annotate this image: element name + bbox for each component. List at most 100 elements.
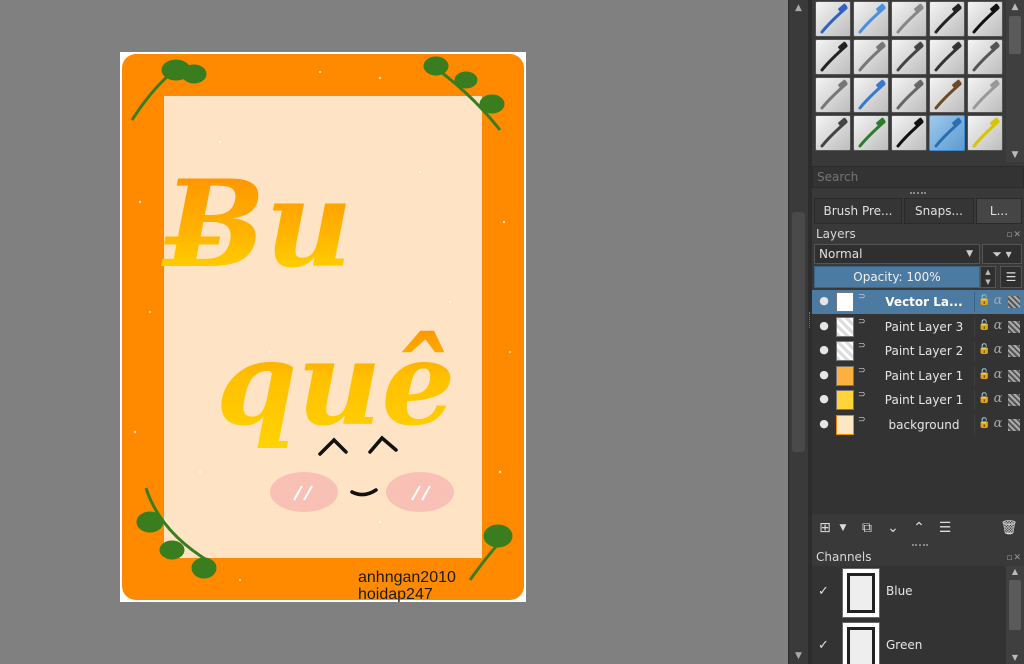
add-layer-menu-icon[interactable]: ▼: [834, 518, 852, 538]
layer-link-icon: ⊃: [858, 390, 866, 400]
lock-icon[interactable]: 🔓: [978, 393, 990, 405]
alpha-lock-icon[interactable]: α: [992, 416, 1004, 431]
brush-preset-brush-brown[interactable]: [929, 77, 965, 113]
opacity-slider[interactable]: Opacity: 100%: [814, 266, 980, 288]
brush-preset-ink[interactable]: [891, 115, 927, 151]
visible-eye-icon[interactable]: ●: [817, 343, 831, 357]
canvas-vertical-scrollbar[interactable]: ▲ ▼: [788, 0, 808, 664]
layer-name[interactable]: Paint Layer 1: [872, 364, 976, 388]
move-layer-up-icon[interactable]: ⌃: [910, 518, 928, 538]
channel-checkbox[interactable]: ✓: [818, 584, 832, 599]
lock-icon[interactable]: 🔓: [978, 369, 990, 381]
alpha-lock-icon[interactable]: α: [992, 343, 1004, 357]
scroll-up-icon[interactable]: ▲: [1006, 566, 1024, 578]
brush-preset-pencil-yellow[interactable]: [967, 115, 1003, 151]
tab-snapshots[interactable]: Snaps...: [904, 198, 974, 224]
layer-name[interactable]: Paint Layer 3: [872, 315, 976, 339]
inherit-alpha-icon[interactable]: [1008, 345, 1020, 357]
layer-link-icon: ⊃: [858, 365, 866, 376]
scrollbar-thumb[interactable]: [792, 212, 805, 452]
scroll-down-icon[interactable]: ▼: [789, 648, 808, 664]
lock-icon[interactable]: 🔓: [978, 295, 990, 307]
brush-preset-marker-blue-2[interactable]: [853, 77, 889, 113]
brush-preset-airbrush[interactable]: [967, 77, 1003, 113]
float-close-icon[interactable]: ▫✕: [1002, 230, 1022, 240]
scroll-down-icon[interactable]: ▼: [1006, 148, 1024, 162]
layer-name[interactable]: Paint Layer 1: [872, 388, 976, 412]
scrollbar-thumb[interactable]: [1009, 16, 1021, 54]
layer-name[interactable]: background: [872, 413, 976, 437]
inherit-alpha-icon[interactable]: [1008, 418, 1020, 431]
brush-preset-brush-stroke[interactable]: [967, 39, 1003, 75]
visible-eye-icon[interactable]: ●: [817, 417, 831, 431]
layer-row[interactable]: ● ⊃ Paint Layer 3 🔓 α: [812, 315, 1024, 339]
scrollbar-thumb[interactable]: [1009, 580, 1021, 630]
layer-row[interactable]: ● ⊃ Paint Layer 1 🔓 α: [812, 388, 1024, 412]
brush-search-input[interactable]: [812, 166, 1024, 188]
move-layer-down-icon[interactable]: ⌄: [884, 518, 902, 538]
layer-row[interactable]: ● ⊃ Vector La... 🔓 α: [812, 290, 1024, 314]
tab-brush-presets[interactable]: Brush Pre...: [814, 198, 902, 224]
watermark-line2: hoidap247: [358, 586, 433, 602]
channel-checkbox[interactable]: ✓: [818, 638, 832, 653]
brush-preset-watercolor-blue[interactable]: [929, 115, 965, 151]
layer-row[interactable]: ● ⊃ background 🔓 α: [812, 413, 1024, 437]
tab-layers[interactable]: L...: [976, 198, 1022, 224]
scroll-down-icon[interactable]: ▼: [1006, 652, 1024, 664]
panel-resize-handle[interactable]: [910, 192, 926, 196]
brush-preset-ink-pen[interactable]: [929, 1, 965, 37]
alpha-lock-icon[interactable]: α: [992, 294, 1004, 308]
lock-icon[interactable]: 🔓: [978, 344, 990, 356]
duplicate-layer-icon[interactable]: ⧉: [858, 518, 876, 538]
brush-preset-pencil[interactable]: [815, 77, 851, 113]
brush-preset-fill-green[interactable]: [853, 115, 889, 151]
layer-settings-icon[interactable]: ☰: [936, 518, 954, 538]
layer-row[interactable]: ● ⊃ Paint Layer 2 🔓 α: [812, 339, 1024, 363]
channel-row[interactable]: ✓ Green: [812, 620, 1006, 664]
layer-row[interactable]: ● ⊃ Paint Layer 1 🔓 α: [812, 364, 1024, 388]
brush-preset-charcoal[interactable]: [891, 39, 927, 75]
opacity-spinner[interactable]: ▲ ▼: [980, 266, 996, 288]
brush-preset-pencil-soft[interactable]: [891, 77, 927, 113]
scroll-up-icon[interactable]: ▲: [1006, 0, 1024, 14]
inherit-alpha-icon[interactable]: [1008, 320, 1020, 333]
visible-eye-icon[interactable]: ●: [817, 392, 831, 406]
add-layer-icon[interactable]: ⊞: [816, 518, 834, 538]
inherit-alpha-icon[interactable]: [1008, 394, 1020, 406]
brush-preset-pen-black[interactable]: [967, 1, 1003, 37]
layer-properties-icon[interactable]: ☰: [1000, 266, 1022, 288]
brush-preset-scrollbar[interactable]: ▲ ▼: [1006, 0, 1024, 162]
column-divider: [974, 316, 975, 337]
artwork-canvas[interactable]: Ƀu quê anhngan2010 hoidap247: [120, 52, 526, 603]
visible-eye-icon[interactable]: ●: [817, 368, 831, 382]
layer-list: ● ⊃ Vector La... 🔓 α ● ⊃ Paint Layer 3 🔓 α ● ⊃ Paint…: [812, 290, 1024, 514]
channel-row[interactable]: ✓ Blue: [812, 566, 1006, 620]
scroll-up-icon[interactable]: ▲: [789, 0, 808, 16]
alpha-lock-icon[interactable]: α: [992, 392, 1004, 406]
inherit-alpha-icon[interactable]: [1008, 369, 1020, 382]
panel-resize-handle[interactable]: [912, 544, 928, 548]
channel-list: ✓ Blue ✓ Green ▲ ▼: [812, 566, 1024, 664]
alpha-lock-icon[interactable]: α: [992, 367, 1004, 382]
brush-preset-eraser[interactable]: [891, 1, 927, 37]
layer-name[interactable]: Vector La...: [872, 290, 976, 314]
alpha-lock-icon[interactable]: α: [992, 318, 1004, 333]
brush-preset-marker-blue[interactable]: [853, 1, 889, 37]
channels-scrollbar[interactable]: ▲ ▼: [1006, 566, 1024, 664]
layer-name[interactable]: Paint Layer 2: [872, 339, 976, 363]
brush-preset-pen-blue[interactable]: [815, 1, 851, 37]
visible-eye-icon[interactable]: ●: [817, 294, 831, 308]
brush-preset-brush-dark[interactable]: [815, 39, 851, 75]
brush-preset-smudge[interactable]: [815, 115, 851, 151]
brush-preset-fineliner[interactable]: [929, 39, 965, 75]
filter-icon[interactable]: ⏷ ▾: [982, 244, 1022, 264]
brush-preset-pencil-grey[interactable]: [853, 39, 889, 75]
lock-icon[interactable]: 🔓: [978, 418, 990, 430]
blend-mode-select[interactable]: Normal ▼: [814, 244, 980, 264]
float-close-icon[interactable]: ▫✕: [1002, 553, 1022, 563]
visible-eye-icon[interactable]: ●: [817, 319, 831, 333]
lock-icon[interactable]: 🔓: [978, 320, 990, 332]
delete-layer-icon[interactable]: 🗑: [1000, 518, 1018, 538]
inherit-alpha-icon[interactable]: [1008, 296, 1020, 308]
canvas-area[interactable]: Ƀu quê anhngan2010 hoidap247: [0, 0, 788, 664]
